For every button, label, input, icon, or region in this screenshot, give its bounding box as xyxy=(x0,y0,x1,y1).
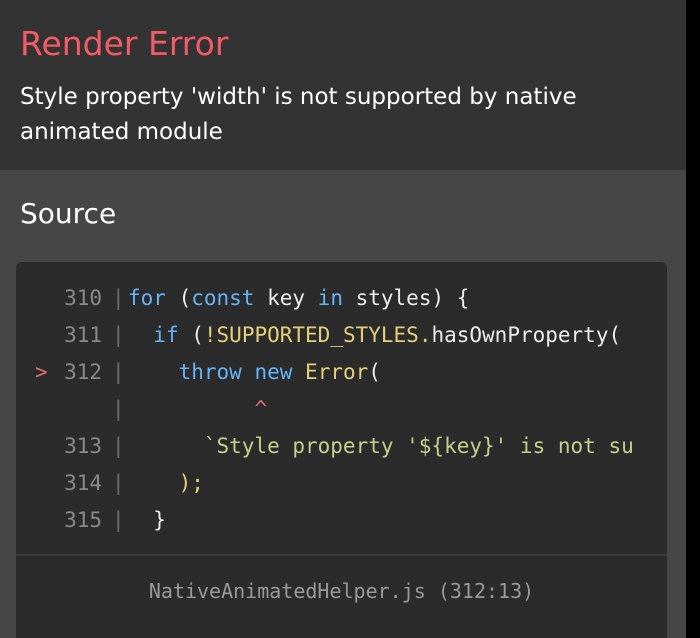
error-line-marker: > xyxy=(35,360,48,384)
error-title: Render Error xyxy=(20,24,229,63)
source-code-card[interactable]: 310 | for (const key in styles) {311 | if (… xyxy=(16,262,667,638)
code-line: 314 | ); xyxy=(16,465,650,502)
code-token: in xyxy=(317,286,343,310)
error-message: Style property 'width' is not supported … xyxy=(20,84,577,145)
line-number: 312 xyxy=(64,360,102,384)
divider xyxy=(16,554,667,556)
code-token: Error xyxy=(305,360,369,384)
gutter-separator: | xyxy=(112,397,125,421)
code-token: styles) { xyxy=(342,286,470,310)
gutter-separator: | xyxy=(112,360,125,384)
code-line: >312 | throw new Error( xyxy=(16,354,650,391)
gutter-separator: | xyxy=(112,434,125,458)
gutter-separator: | xyxy=(112,323,125,347)
code-line: 311 | if (!SUPPORTED_STYLES.hasOwnPropert… xyxy=(16,317,650,354)
code-token: `Style property '${key}' is not su xyxy=(203,434,634,458)
code-line: 310 | for (const key in styles) { xyxy=(16,280,650,317)
code-text: ^ xyxy=(128,391,267,428)
error-header: Render Error Style property 'width' is n… xyxy=(0,0,686,170)
line-number: 315 xyxy=(64,508,102,532)
source-heading: Source xyxy=(20,197,117,230)
code-text: `Style property '${key}' is not su xyxy=(128,428,634,465)
code-token: if xyxy=(153,323,179,347)
gutter-separator: | xyxy=(112,508,125,532)
code-token: } xyxy=(128,508,166,532)
code-token: new xyxy=(254,360,293,384)
error-screen: Render Error Style property 'width' is n… xyxy=(0,0,686,638)
line-number: 310 xyxy=(64,286,102,310)
code-token: ( xyxy=(178,323,204,347)
code-text: for (const key in styles) { xyxy=(128,280,469,317)
code-token: !SUPPORTED_STYLES. xyxy=(203,323,432,347)
line-number: 314 xyxy=(64,471,102,495)
code-token: ); xyxy=(178,471,204,495)
file-reference[interactable]: NativeAnimatedHelper.js (312:13) xyxy=(16,572,667,610)
code-token: const xyxy=(191,286,255,310)
code-line: 313 | `Style property '${key}' is not su xyxy=(16,428,650,465)
error-caret: ^ xyxy=(254,397,268,421)
code-token: key xyxy=(254,286,318,310)
code-text: } xyxy=(128,502,166,539)
code-text: ); xyxy=(128,465,204,502)
code-frame: 310 | for (const key in styles) {311 | if (… xyxy=(16,280,650,556)
code-text: throw new Error( xyxy=(128,354,381,391)
gutter-separator: | xyxy=(112,471,125,495)
code-line: | ^ xyxy=(16,391,650,428)
code-token: throw xyxy=(178,360,242,384)
gutter-separator: | xyxy=(112,286,125,310)
code-token: hasOwnProperty( xyxy=(431,323,622,347)
code-line: 315 | } xyxy=(16,502,650,539)
line-number: 313 xyxy=(64,434,102,458)
code-text: if (!SUPPORTED_STYLES.hasOwnProperty( xyxy=(128,317,621,354)
code-token: ( xyxy=(165,286,192,310)
code-token: for xyxy=(128,286,166,310)
code-token: ( xyxy=(368,360,381,384)
line-number: 311 xyxy=(64,323,102,347)
